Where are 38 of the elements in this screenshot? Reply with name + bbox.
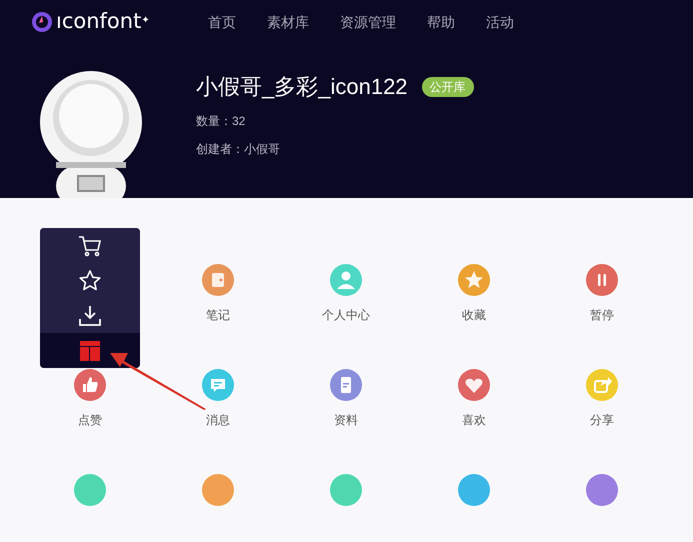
download-icon [78, 304, 102, 326]
cart-icon [78, 234, 102, 256]
icon-tile[interactable] [330, 264, 362, 296]
logo-icon [31, 11, 53, 33]
nav-link[interactable]: 素材库 [267, 12, 309, 32]
project-title: 小假哥_多彩_icon122 [196, 73, 408, 101]
icon-label: 点赞 [78, 413, 102, 427]
layout-icon [80, 340, 100, 360]
icon-tile[interactable] [458, 474, 490, 506]
brand-name: ıconfont$^{✦}$ [56, 8, 151, 36]
star-icon [78, 268, 102, 292]
icon-tile[interactable] [458, 264, 490, 296]
icon-label: 个人中心 [322, 308, 370, 322]
icon-tile[interactable] [330, 369, 362, 401]
public-tag: 公开库 [422, 76, 474, 96]
icon-label: 消息 [206, 413, 230, 427]
icon-label: 笔记 [206, 308, 230, 322]
icon-tile[interactable] [458, 369, 490, 401]
icon-tile[interactable] [586, 264, 618, 296]
icon-count: 数量：32 [196, 113, 246, 130]
nav-link[interactable]: 帮助 [427, 12, 455, 32]
icon-tile[interactable] [74, 369, 106, 401]
nav-link[interactable]: 首页 [208, 12, 236, 32]
icon-label: 喜欢 [462, 413, 486, 427]
nav-link[interactable]: 资源管理 [340, 12, 396, 32]
icon-tile[interactable] [202, 474, 234, 506]
icon-tile[interactable] [74, 474, 106, 506]
icon-tile[interactable] [586, 474, 618, 506]
icon-tile[interactable] [330, 474, 362, 506]
icon-label: 分享 [590, 413, 614, 427]
icon-label: 收藏 [462, 308, 486, 322]
icon-label: 暂停 [590, 308, 614, 322]
icon-tile[interactable] [202, 369, 234, 401]
creator: 创建者：小假哥 [196, 141, 281, 158]
icon-tile[interactable] [586, 369, 618, 401]
icon-label: 资料 [334, 413, 358, 427]
icon-tile[interactable] [202, 264, 234, 296]
nav-link[interactable]: 活动 [486, 12, 514, 32]
